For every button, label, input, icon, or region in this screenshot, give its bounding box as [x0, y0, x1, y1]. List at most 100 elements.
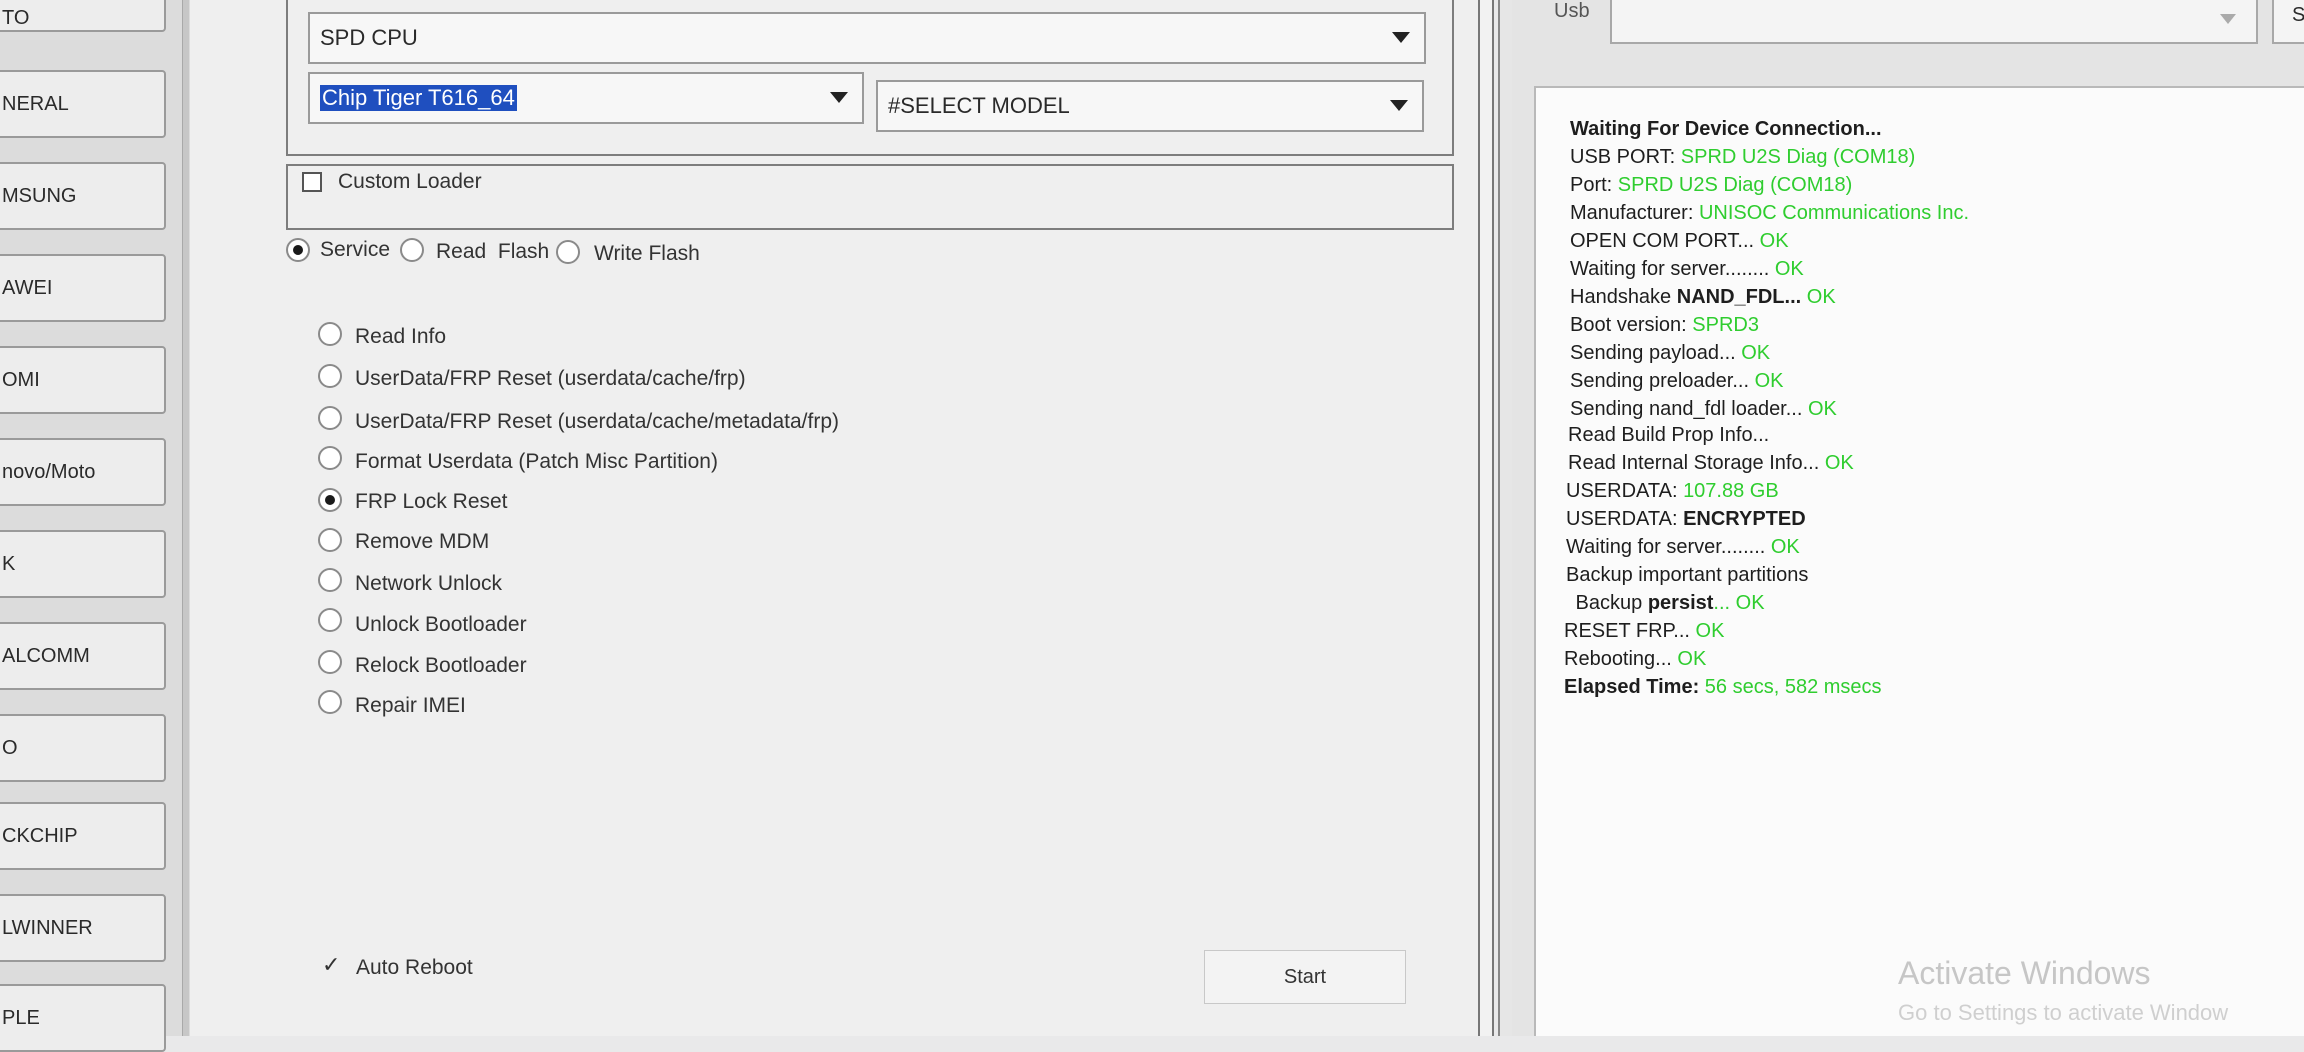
model-value: #SELECT MODEL — [888, 93, 1070, 118]
sidebar-item-allwinner[interactable]: LWINNER — [0, 894, 166, 962]
log-line: Waiting For Device Connection... — [1570, 118, 1882, 141]
log-status: OK — [1677, 648, 1707, 670]
log-status: OK — [1695, 620, 1725, 642]
log-line: Read Internal Storage Info... OK — [1568, 452, 1854, 475]
custom-loader-checkbox[interactable] — [302, 172, 322, 192]
sidebar-item-mtk[interactable]: K — [0, 530, 166, 598]
sidebar-item-label: ALCOMM — [2, 644, 90, 667]
chevron-down-icon — [830, 92, 848, 103]
log-status: SPRD3 — [1692, 314, 1759, 336]
op-frp-lock-reset-radio[interactable] — [318, 488, 342, 512]
log-status: UNISOC Communications Inc. — [1698, 202, 1970, 224]
model-select[interactable]: #SELECT MODEL — [876, 80, 1424, 132]
mode-write-flash-label: Write Flash — [594, 242, 700, 265]
log-line: Waiting for server........ OK — [1570, 258, 1804, 281]
log-line: Boot version: SPRD3 — [1570, 314, 1759, 337]
auto-reboot-label: Auto Reboot — [356, 956, 473, 979]
sidebar-item-auto[interactable]: TO — [0, 0, 166, 32]
sidebar-item-label: novo/Moto — [2, 460, 96, 483]
sidebar-item-rockchip[interactable]: CKCHIP — [0, 802, 166, 870]
log-panel: Usb S Waiting For Device Connection... US… — [1512, 0, 2304, 1036]
panel-border — [1498, 0, 1512, 1036]
usb-port-select[interactable] — [1610, 0, 2258, 44]
platform-select[interactable]: SPD CPU — [308, 12, 1426, 64]
mode-service-label: Service — [320, 238, 391, 261]
sidebar-item-label: AWEI — [2, 276, 53, 299]
sidebar-item-label: O — [2, 736, 18, 759]
log-line: Elapsed Time: 56 secs, 582 msecs — [1564, 676, 1882, 699]
log-line: Port: SPRD U2S Diag (COM18) — [1570, 174, 1852, 197]
log-line: Manufacturer: UNISOC Communications Inc. — [1570, 202, 1969, 225]
log-text: Read Build Prop Info... — [1568, 424, 1770, 446]
sidebar-divider — [182, 0, 189, 1036]
op-frp-reset-1-radio[interactable] — [318, 364, 342, 388]
sidebar-item-general[interactable]: NERAL — [0, 70, 166, 138]
op-unlock-bootloader-label: Unlock Bootloader — [355, 613, 527, 636]
op-relock-bootloader-label: Relock Bootloader — [355, 654, 527, 677]
log-text: Waiting for server........ — [1566, 536, 1771, 558]
op-format-userdata-radio[interactable] — [318, 446, 342, 470]
sidebar-item-label: TO — [2, 6, 30, 29]
op-network-unlock-label: Network Unlock — [355, 572, 503, 595]
sidebar-item-qualcomm[interactable]: ALCOMM — [0, 622, 166, 690]
sidebar-item-spd[interactable]: O — [0, 714, 166, 782]
op-network-unlock-radio[interactable] — [318, 568, 342, 592]
log-line: OPEN COM PORT... OK — [1570, 230, 1789, 253]
custom-loader-label: Custom Loader — [338, 170, 482, 193]
mode-write-flash-radio[interactable] — [556, 240, 580, 264]
log-line: Sending payload... OK — [1570, 342, 1770, 365]
sidebar-item-lenovo-moto[interactable]: novo/Moto — [0, 438, 166, 506]
op-frp-reset-1-label: UserData/FRP Reset (userdata/cache/frp) — [355, 367, 746, 390]
sidebar-item-huawei[interactable]: AWEI — [0, 254, 166, 322]
log-text: Backup important partitions — [1566, 564, 1809, 586]
log-line: Backup persist... OK — [1570, 592, 1765, 615]
log-line: Backup important partitions — [1566, 564, 1808, 587]
sidebar-item-label: LWINNER — [2, 916, 93, 939]
log-line: RESET FRP... OK — [1564, 620, 1724, 643]
op-read-info-radio[interactable] — [318, 322, 342, 346]
op-relock-bootloader-radio[interactable] — [318, 650, 342, 674]
log-text: USB PORT: — [1570, 146, 1681, 168]
log-text: Backup — [1570, 592, 1648, 614]
log-status: OK — [1801, 286, 1836, 308]
log-status: OK — [1741, 342, 1771, 364]
log-status: 56 secs, 582 msecs — [1704, 676, 1882, 698]
activate-windows-watermark: Activate Windows — [1898, 955, 2151, 991]
mode-read-flash-label: Read Flash — [436, 240, 550, 263]
log-output: Waiting For Device Connection... USB PORT… — [1534, 86, 2304, 1036]
check-icon[interactable]: ✓ — [322, 952, 340, 978]
log-text: Port: — [1570, 174, 1618, 196]
activate-windows-hint: Go to Settings to activate Window — [1898, 1000, 2229, 1025]
scan-button[interactable]: S — [2272, 0, 2304, 44]
start-button[interactable]: Start — [1204, 950, 1406, 1004]
chevron-down-icon — [1392, 32, 1410, 43]
log-emphasis: persist — [1647, 592, 1714, 614]
log-emphasis: ENCRYPTED — [1683, 508, 1806, 530]
op-frp-reset-2-radio[interactable] — [318, 406, 342, 430]
op-remove-mdm-radio[interactable] — [318, 528, 342, 552]
sidebar-item-xiaomi[interactable]: OMI — [0, 346, 166, 414]
log-text: Sending nand_fdl loader... — [1570, 398, 1808, 420]
log-text: Sending preloader... — [1570, 370, 1755, 392]
log-status: OK — [1807, 398, 1837, 420]
log-text: Manufacturer: — [1570, 202, 1699, 224]
log-line: USB PORT: SPRD U2S Diag (COM18) — [1570, 146, 1915, 169]
op-repair-imei-label: Repair IMEI — [355, 694, 466, 717]
mode-read-flash-radio[interactable] — [400, 238, 424, 262]
log-text: Rebooting... — [1564, 648, 1678, 670]
panel-splitter[interactable] — [1478, 0, 1494, 1036]
op-repair-imei-radio[interactable] — [318, 690, 342, 714]
log-status: OK — [1824, 452, 1854, 474]
op-unlock-bootloader-radio[interactable] — [318, 608, 342, 632]
op-remove-mdm-label: Remove MDM — [355, 530, 490, 553]
log-emphasis: NAND_FDL... — [1676, 286, 1802, 308]
sidebar-item-label: NERAL — [2, 92, 69, 115]
usb-label: Usb — [1554, 0, 1590, 22]
vendor-sidebar: TO NERAL MSUNG AWEI OMI novo/Moto K ALCO… — [0, 0, 190, 1052]
log-status: ... OK — [1713, 592, 1765, 614]
chip-value: Chip Tiger T616_64 — [320, 85, 517, 111]
mode-service-radio[interactable] — [286, 238, 310, 262]
chip-select[interactable]: Chip Tiger T616_64 — [308, 72, 864, 124]
sidebar-item-apple[interactable]: PLE — [0, 984, 166, 1052]
sidebar-item-samsung[interactable]: MSUNG — [0, 162, 166, 230]
